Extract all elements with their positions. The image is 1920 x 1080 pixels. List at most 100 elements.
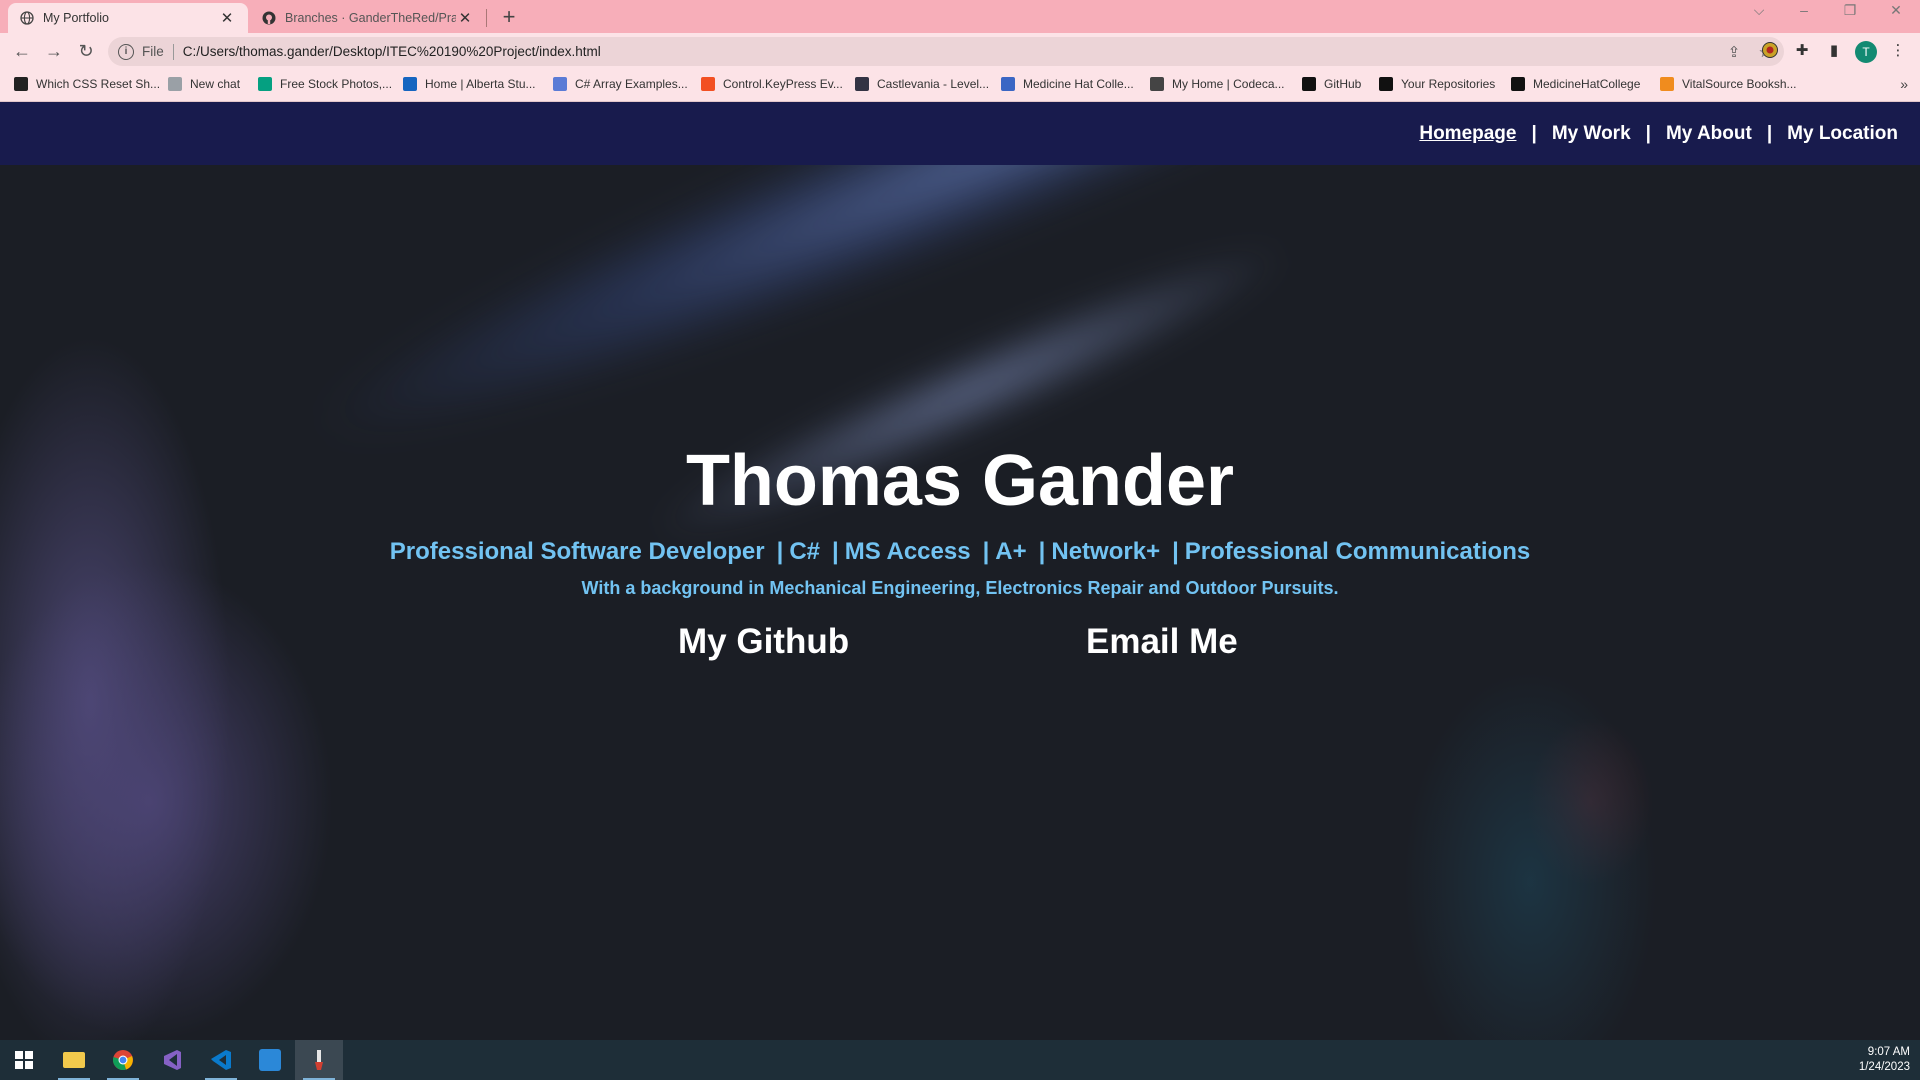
bookmark-item[interactable]: Free Stock Photos,... [258, 77, 392, 91]
skill-item: Professional Communications [1184, 538, 1531, 565]
paint-icon[interactable] [295, 1040, 343, 1080]
skill-item: Professional Software Developer [389, 538, 765, 565]
bookmark-label: Your Repositories [1401, 77, 1496, 91]
bookmark-label: Control.KeyPress Ev... [723, 77, 843, 91]
browser-toolbar: ← → ↻ i File C:/Users/thomas.gander/Desk… [0, 33, 1920, 70]
share-icon[interactable]: ⇪ [1728, 44, 1741, 61]
bookmark-item[interactable]: Your Repositories [1379, 77, 1495, 91]
new-tab-button[interactable]: + [497, 4, 521, 30]
bookmark-label: Castlevania - Level... [877, 77, 990, 91]
bookmark-label: New chat [190, 77, 241, 91]
bookmark-favicon-icon [1660, 77, 1674, 91]
store-icon[interactable] [246, 1040, 294, 1080]
bookmark-label: Free Stock Photos,... [280, 77, 393, 91]
minimize-button[interactable]: – [1790, 2, 1818, 18]
skill-separator: | [776, 538, 784, 565]
extension-icon[interactable] [1760, 41, 1780, 61]
side-panel-icon[interactable]: ▮ [1824, 41, 1844, 61]
nav-my-location[interactable]: My Location [1787, 123, 1898, 145]
bookmark-favicon-icon [168, 77, 182, 91]
address-scheme: File [142, 44, 164, 59]
bookmarks-bar: Which CSS Reset Sh... New chat Free Stock … [0, 70, 1920, 102]
reload-icon[interactable]: ↻ [74, 40, 98, 64]
chrome-icon[interactable] [99, 1040, 147, 1080]
nav-separator: | [1531, 123, 1537, 144]
nav-links: Homepage | My Work | My About | My Locat… [1419, 123, 1898, 145]
bookmark-favicon-icon [1150, 77, 1164, 91]
github-link[interactable]: My Github [678, 622, 849, 662]
address-bar[interactable]: i File C:/Users/thomas.gander/Desktop/IT… [108, 37, 1784, 66]
skill-item: C# [789, 538, 820, 565]
nav-separator: | [1645, 123, 1651, 144]
skill-separator: | [832, 538, 839, 565]
bookmark-favicon-icon [14, 77, 28, 91]
nav-my-work[interactable]: My Work [1552, 123, 1631, 145]
tab-title: My Portfolio [43, 11, 109, 25]
email-link[interactable]: Email Me [1086, 622, 1238, 662]
menu-kebab-icon[interactable]: ⋮ [1888, 41, 1908, 61]
skill-item: MS Access [844, 538, 971, 565]
bookmark-label: C# Array Examples... [575, 77, 688, 91]
extensions-puzzle-icon[interactable]: ✚ [1792, 41, 1812, 61]
tab-my-portfolio[interactable]: My Portfolio ✕ [8, 3, 248, 33]
bookmark-label: MedicineHatCollege [1533, 77, 1641, 91]
windows-taskbar: 9:07 AM 1/24/2023 [0, 1040, 1920, 1080]
github-icon [262, 11, 276, 25]
bookmark-item[interactable]: New chat [168, 77, 240, 91]
bookmark-item[interactable]: Control.KeyPress Ev... [701, 77, 843, 91]
skill-item: Network+ [1051, 538, 1161, 565]
windows-start-icon[interactable] [0, 1040, 48, 1080]
bookmark-item[interactable]: Home | Alberta Stu... [403, 77, 536, 91]
bookmark-favicon-icon [1001, 77, 1015, 91]
restore-button[interactable]: ❐ [1836, 2, 1864, 19]
tab-search-icon[interactable]: ⌵ [1745, 2, 1773, 19]
bookmark-favicon-icon [701, 77, 715, 91]
forward-arrow-icon[interactable]: → [42, 40, 66, 64]
portfolio-page: Homepage | My Work | My About | My Locat… [0, 102, 1920, 1040]
bookmark-label: VitalSource Booksh... [1682, 77, 1797, 91]
hero-tagline: With a background in Mechanical Engineer… [581, 578, 1339, 598]
bookmark-favicon-icon [258, 77, 272, 91]
bookmark-item[interactable]: My Home | Codeca... [1150, 77, 1285, 91]
bookmark-item[interactable]: VitalSource Booksh... [1660, 77, 1797, 91]
clock-time: 9:07 AM [1867, 1046, 1910, 1058]
bookmark-item[interactable]: C# Array Examples... [553, 77, 688, 91]
browser-tab-strip: My Portfolio ✕ Branches · GanderTheRed/P… [0, 0, 1920, 33]
skill-separator: | [1038, 538, 1046, 565]
info-icon[interactable]: i [118, 43, 134, 60]
hero-name: Thomas Gander [685, 441, 1235, 521]
skills-line: Professional Software Developer | C# | MS Ac… [0, 538, 1920, 566]
back-arrow-icon[interactable]: ← [10, 40, 34, 64]
close-tab-icon[interactable]: ✕ [456, 9, 474, 27]
tab-title: Branches · GanderTheRed/Practic [285, 11, 456, 25]
bookmark-favicon-icon [1302, 77, 1316, 91]
close-tab-icon[interactable]: ✕ [218, 9, 236, 27]
bookmark-favicon-icon [403, 77, 417, 91]
bookmarks-overflow-icon[interactable]: » [1900, 76, 1908, 92]
nav-separator: | [1766, 123, 1773, 144]
address-divider [172, 43, 174, 60]
tab-divider [486, 9, 487, 27]
file-explorer-icon[interactable] [50, 1040, 98, 1080]
system-clock[interactable]: 9:07 AM 1/24/2023 [1859, 1045, 1910, 1075]
nav-my-about[interactable]: My About [1666, 123, 1752, 145]
profile-avatar[interactable]: T [1855, 41, 1877, 63]
bookmark-favicon-icon [855, 77, 869, 91]
bookmark-item[interactable]: GitHub [1302, 77, 1361, 91]
nav-homepage[interactable]: Homepage [1419, 123, 1516, 145]
bookmark-label: Medicine Hat Colle... [1023, 77, 1134, 91]
bookmark-label: Home | Alberta Stu... [425, 77, 536, 91]
skill-item: A+ [995, 538, 1027, 565]
close-window-button[interactable]: ✕ [1882, 2, 1910, 19]
bookmark-item[interactable]: Castlevania - Level... [855, 77, 989, 91]
tab-branches[interactable]: Branches · GanderTheRed/Practic ✕ [250, 3, 486, 33]
visual-studio-icon[interactable] [148, 1040, 196, 1080]
bookmark-item[interactable]: Which CSS Reset Sh... [14, 77, 160, 91]
bookmark-item[interactable]: Medicine Hat Colle... [1001, 77, 1134, 91]
address-url[interactable]: C:/Users/thomas.gander/Desktop/ITEC%2019… [183, 44, 601, 59]
clock-date: 1/24/2023 [1858, 1061, 1910, 1073]
vs-code-icon[interactable] [197, 1040, 245, 1080]
bookmark-item[interactable]: MedicineHatCollege [1511, 77, 1640, 91]
bookmark-label: My Home | Codeca... [1172, 77, 1285, 91]
skill-separator: | [1172, 538, 1179, 565]
